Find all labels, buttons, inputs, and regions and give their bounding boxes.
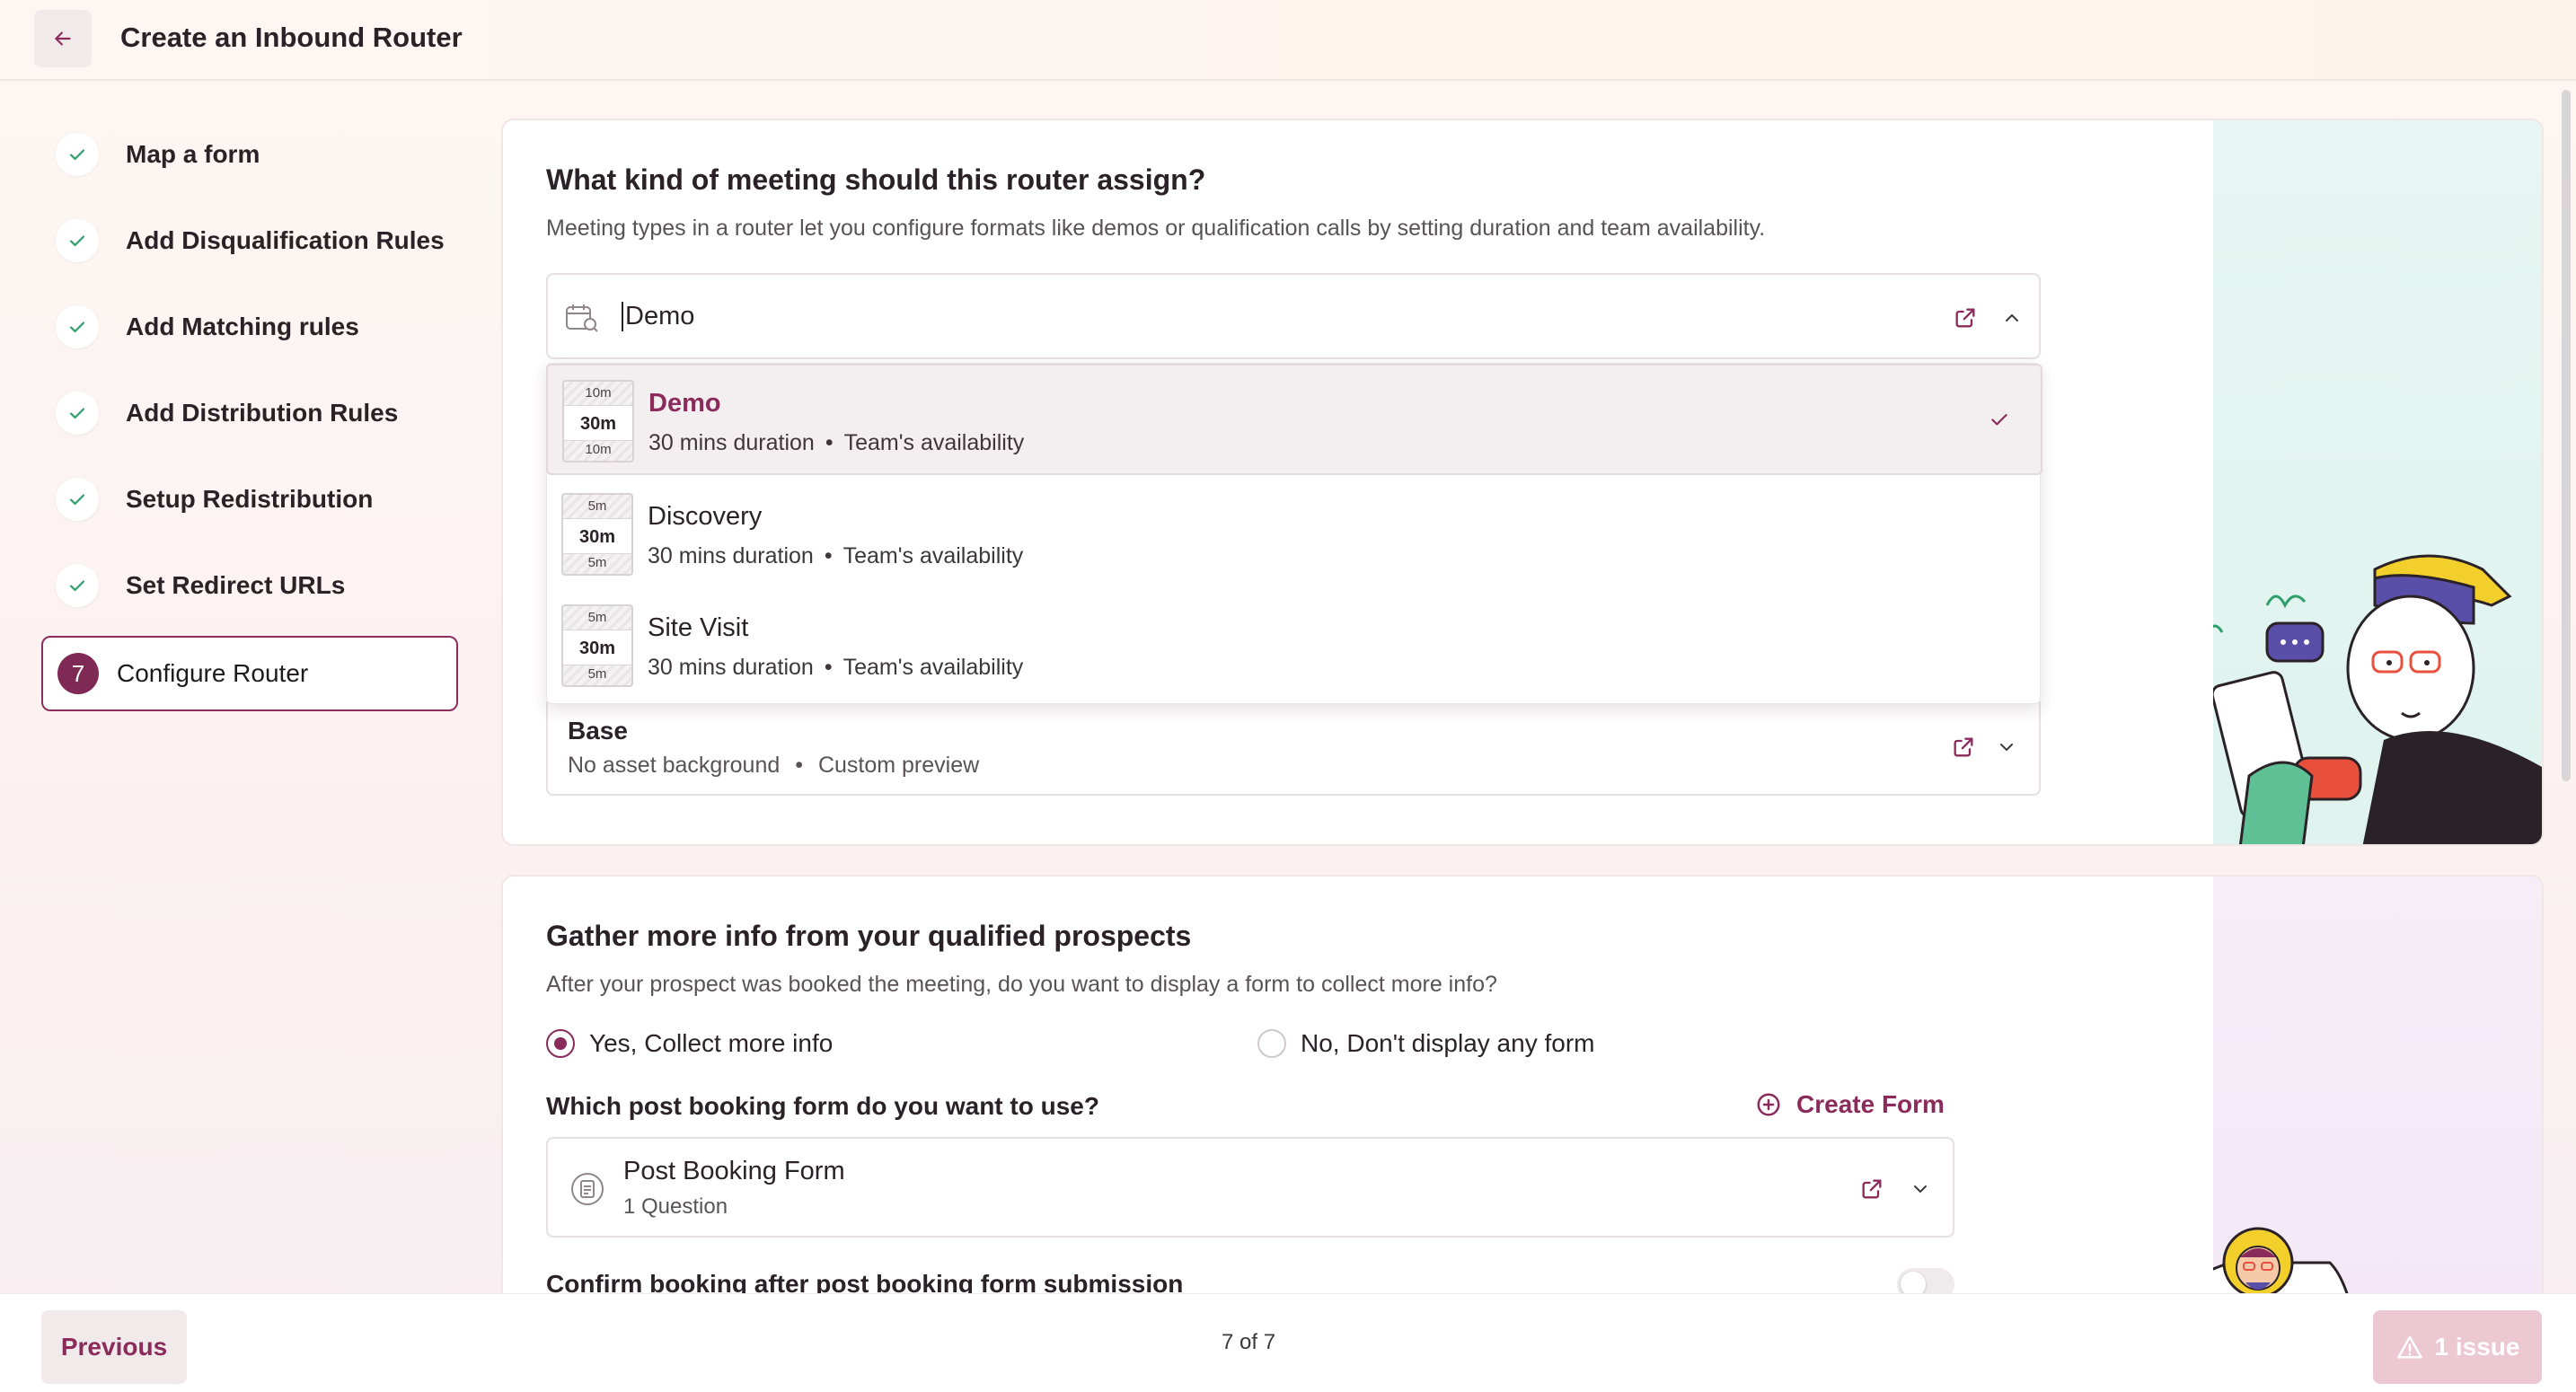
scrollbar[interactable]	[2562, 90, 2571, 781]
step-number: 7	[57, 653, 99, 694]
post-booking-form-select[interactable]: Post Booking Form 1 Question	[546, 1137, 1954, 1238]
external-link-icon[interactable]	[1947, 731, 1980, 763]
step-label: Configure Router	[117, 659, 309, 687]
step-distribution-rules[interactable]: Add Distribution Rules	[56, 388, 398, 438]
option-name: Discovery	[648, 502, 763, 531]
page-title: Create an Inbound Router	[120, 22, 463, 53]
meeting-option-site-visit[interactable]: 5m 30m 5m Site Visit 30 mins duration • Te…	[547, 590, 2042, 701]
checkmark-icon	[1985, 405, 2014, 434]
step-matching-rules[interactable]: Add Matching rules	[56, 302, 359, 352]
app-root: Create an Inbound Router Map a form Add …	[0, 0, 2576, 1392]
create-form-button[interactable]: Create Form	[1755, 1090, 1945, 1119]
duration-tile: 10m 30m 10m	[562, 380, 634, 463]
appearance-meta: No asset background • Custom preview	[568, 753, 980, 778]
option-meta: 30 mins duration • Team's availability	[648, 543, 1024, 568]
warning-icon	[2396, 1335, 2422, 1359]
top-header: Create an Inbound Router	[0, 0, 2576, 81]
back-button[interactable]	[34, 10, 92, 67]
calendar-search-icon	[564, 300, 600, 336]
meeting-option-demo[interactable]: 10m 30m 10m Demo 30 mins duration • Team's…	[546, 364, 2042, 475]
check-icon	[56, 392, 99, 435]
step-label: Add Distribution Rules	[126, 399, 399, 427]
meeting-type-select[interactable]: Demo	[546, 273, 2041, 359]
check-icon	[56, 478, 99, 521]
step-pager: 7 of 7	[1222, 1330, 1276, 1354]
illustration-person-phone	[2213, 554, 2542, 844]
meeting-section-title: What kind of meeting should this router …	[546, 163, 1206, 196]
form-name: Post Booking Form	[623, 1157, 845, 1185]
footer-bar: Previous 7 of 7 1 issue	[0, 1293, 2576, 1392]
option-meta: 30 mins duration • Team's availability	[648, 430, 1025, 455]
step-label: Add Disqualification Rules	[126, 226, 445, 254]
gather-section-description: After your prospect was booked the meeti…	[546, 972, 1497, 997]
meeting-option-discovery[interactable]: 5m 30m 5m Discovery 30 mins duration • Tea…	[547, 479, 2042, 590]
form-question-count: 1 Question	[623, 1194, 728, 1219]
external-link-icon[interactable]	[1949, 302, 1981, 334]
check-icon	[56, 133, 99, 176]
plus-circle-icon	[1757, 1093, 1780, 1116]
illustration-panel	[2213, 120, 2542, 844]
issues-button[interactable]: 1 issue	[2373, 1310, 2542, 1384]
step-label: Setup Redistribution	[126, 485, 374, 513]
form-question-label: Which post booking form do you want to u…	[546, 1092, 1099, 1120]
arrow-left-icon	[55, 31, 71, 46]
radio-selected-icon	[546, 1029, 575, 1058]
meeting-search-input[interactable]: Demo	[622, 302, 694, 331]
chevron-up-icon[interactable]	[1996, 302, 2028, 334]
step-redistribution[interactable]: Setup Redistribution	[56, 474, 373, 524]
gather-section-title: Gather more info from your qualified pro…	[546, 920, 1192, 952]
external-link-icon[interactable]	[1856, 1173, 1888, 1205]
step-label: Map a form	[126, 140, 260, 168]
option-name: Site Visit	[648, 613, 749, 642]
step-configure-router[interactable]: 7 Configure Router	[41, 636, 458, 711]
duration-tile: 5m 30m 5m	[561, 604, 633, 687]
check-icon	[56, 219, 99, 262]
option-name: Demo	[648, 389, 721, 418]
chevron-down-icon[interactable]	[1990, 731, 2023, 763]
option-meta: 30 mins duration • Team's availability	[648, 655, 1024, 680]
previous-button[interactable]: Previous	[41, 1310, 187, 1384]
check-icon	[56, 305, 99, 348]
appearance-select[interactable]: Base No asset background • Custom previe…	[546, 697, 2041, 796]
meeting-type-dropdown: 10m 30m 10m Demo 30 mins duration • Team's…	[546, 363, 2042, 704]
step-disqualification-rules[interactable]: Add Disqualification Rules	[56, 216, 445, 266]
radio-unselected-icon	[1257, 1029, 1286, 1058]
chevron-down-icon[interactable]	[1904, 1173, 1936, 1205]
radio-collect-more-info[interactable]: Yes, Collect more info	[546, 1029, 833, 1058]
meeting-section-description: Meeting types in a router let you config…	[546, 216, 1766, 241]
step-label: Add Matching rules	[126, 313, 359, 340]
stepper-sidebar: Map a form Add Disqualification Rules Ad…	[0, 83, 485, 1295]
step-map-form[interactable]: Map a form	[56, 129, 260, 180]
appearance-title: Base	[568, 717, 628, 744]
duration-tile: 5m 30m 5m	[561, 493, 633, 576]
radio-no-form[interactable]: No, Don't display any form	[1257, 1029, 1594, 1058]
step-redirect-urls[interactable]: Set Redirect URLs	[56, 560, 345, 611]
check-icon	[56, 564, 99, 607]
form-icon	[568, 1169, 607, 1209]
step-label: Set Redirect URLs	[126, 571, 346, 599]
